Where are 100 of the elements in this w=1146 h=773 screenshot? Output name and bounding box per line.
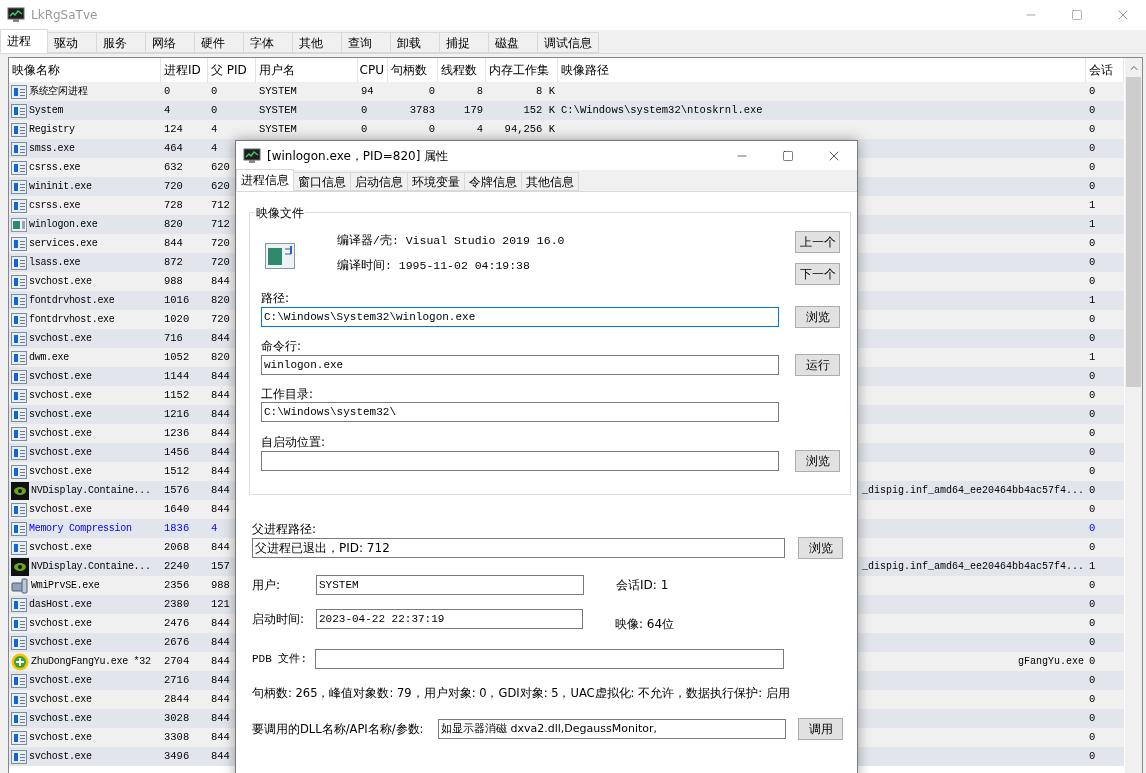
table-cell-text: 0: [1089, 311, 1096, 327]
table-cell-text: 712: [211, 197, 230, 213]
table-cell-text: 0: [361, 121, 368, 137]
table-cell-text: gFangYu.exe: [1018, 655, 1084, 669]
table-cell-text: 820: [211, 349, 230, 365]
table-cell-text: 844: [211, 463, 230, 479]
table-cell-text: 1640: [164, 501, 190, 517]
table-cell-text: 0: [1089, 140, 1096, 156]
table-cell-text: _dispig.inf_amd64_ee20464bb4ac57f4...: [861, 484, 1084, 498]
table-cell-text: SYSTEM: [259, 121, 297, 137]
table-cell-text: 720: [211, 311, 230, 327]
table-cell-text: 3028: [164, 710, 190, 726]
table-cell-text: 4: [476, 121, 483, 137]
table-cell-text: svchost.exe: [29, 465, 92, 479]
dialog-title: [winlogon.exe，PID=820] 属性: [267, 147, 449, 165]
table-cell-text: 2356: [164, 577, 190, 593]
table-cell-text: smss.exe: [29, 142, 75, 156]
table-cell-text: svchost.exe: [29, 750, 92, 764]
table-cell-text: 94: [361, 83, 374, 99]
table-cell-text: 844: [211, 653, 230, 669]
table-cell-text: 0: [1089, 501, 1096, 517]
table-cell-text: 8: [476, 83, 483, 99]
table-cell-text: 820: [164, 216, 183, 232]
table-cell-text: 844: [211, 406, 230, 422]
table-cell-text: 844: [211, 634, 230, 650]
stats-text: 句柄数: 265，峰值对象数: 79，用户对象: 0，GDI对象: 5，UAC虚拟化: 不允许，数据执行保护: 启用: [252, 685, 791, 702]
table-cell-text: 0: [1089, 425, 1096, 441]
table-cell-text: fontdrvhost.exe: [29, 313, 115, 327]
table-cell-text: 720: [164, 178, 183, 194]
table-cell-text: services.exe: [29, 237, 98, 251]
table-cell-text: 844: [211, 748, 230, 764]
table-cell-text: 844: [211, 729, 230, 745]
table-cell-text: 844: [211, 691, 230, 707]
table-cell-text: 1152: [164, 387, 190, 403]
table-cell-text: 464: [164, 140, 183, 156]
table-cell-text: svchost.exe: [29, 427, 92, 441]
table-cell-text: ZhuDongFangYu.exe *32: [31, 655, 151, 669]
table-cell-text: svchost.exe: [29, 408, 92, 422]
table-cell-text: 2476: [164, 615, 190, 631]
table-cell-text: 0: [428, 83, 435, 99]
table-cell-text: 0: [1089, 653, 1096, 669]
table-cell-text: 0: [1089, 482, 1096, 498]
table-cell-text: csrss.exe: [29, 161, 81, 175]
table-cell-text: 844: [211, 501, 230, 517]
window-title: LkRgSaTve: [31, 7, 98, 24]
table-cell-text: 4: [211, 140, 218, 156]
table-cell-text: 720: [211, 254, 230, 270]
table-cell-text: 844: [211, 615, 230, 631]
table-cell-text: winlogon.exe: [29, 218, 98, 232]
table-cell-text: 844: [211, 672, 230, 688]
table-cell-text: dwm.exe: [29, 351, 69, 365]
table-cell-text: 3496: [164, 748, 190, 764]
table-cell-text: 1144: [164, 368, 190, 384]
compile-time: 编译时间: 1995-11-02 04:19:38: [337, 258, 531, 275]
table-cell-text: svchost.exe: [29, 275, 92, 289]
table-cell-text: 2716: [164, 672, 190, 688]
table-cell-text: 0: [1089, 102, 1096, 118]
table-cell-text: 0: [1089, 83, 1096, 99]
table-cell-text: 0: [1089, 463, 1096, 479]
table-cell-text: 844: [211, 482, 230, 498]
table-cell-text: NVDisplay.Containe...: [31, 484, 151, 498]
table-cell-text: 0: [164, 83, 171, 99]
table-cell-text: 844: [211, 710, 230, 726]
table-cell-text: 0: [428, 121, 435, 137]
table-cell-text: 152 K: [523, 102, 555, 118]
table-cell-text: 1: [1089, 292, 1096, 308]
table-cell-text: Memory Compression: [29, 522, 132, 536]
table-cell-text: 0: [1089, 406, 1096, 422]
table-cell: 系统空闲进程: [29, 84, 88, 99]
table-cell-text: 1: [1089, 349, 1096, 365]
table-cell-text: System: [29, 104, 64, 118]
table-cell-text: C:\Windows\system32\ntoskrnl.exe: [561, 102, 763, 118]
table-cell-text: csrss.exe: [29, 199, 81, 213]
table-cell-text: fontdrvhost.exe: [29, 294, 115, 308]
table-cell-text: 0: [1089, 615, 1096, 631]
table-cell-text: WmiPrvSE.exe: [31, 579, 100, 593]
field-label: 父进程路径:: [252, 522, 318, 537]
table-cell-text: _dispig.inf_amd64_ee20464bb4ac57f4...: [861, 560, 1084, 574]
table-cell-text: svchost.exe: [29, 332, 92, 346]
field-label: 工作目录:: [261, 387, 315, 402]
table-cell-text: 720: [211, 235, 230, 251]
session-id: 会话ID: 1: [616, 577, 669, 594]
table-cell-text: NVDisplay.Containe...: [31, 560, 151, 574]
table-cell-text: 0: [1089, 387, 1096, 403]
table-cell-text: 0: [1089, 691, 1096, 707]
table-cell-text: 3783: [409, 102, 435, 118]
table-cell-text: wininit.exe: [29, 180, 92, 194]
table-cell-text: 0: [1089, 178, 1096, 194]
table-cell-text: svchost.exe: [29, 446, 92, 460]
table-cell-text: 844: [164, 235, 183, 251]
table-cell-text: svchost.exe: [29, 674, 92, 688]
table-cell-text: svchost.exe: [29, 731, 92, 745]
table-cell-text: 0: [1089, 539, 1096, 555]
table-cell-text: dasHost.exe: [29, 598, 92, 612]
table-cell-text: Registry: [29, 123, 75, 137]
field-label: PDB 文件:: [252, 651, 308, 667]
table-cell-text: 4: [164, 102, 171, 118]
field-label: 要调用的DLL名称/API名称/参数:: [252, 720, 425, 738]
table-cell-text: 1052: [164, 349, 190, 365]
table-cell-text: 0: [1089, 273, 1096, 289]
